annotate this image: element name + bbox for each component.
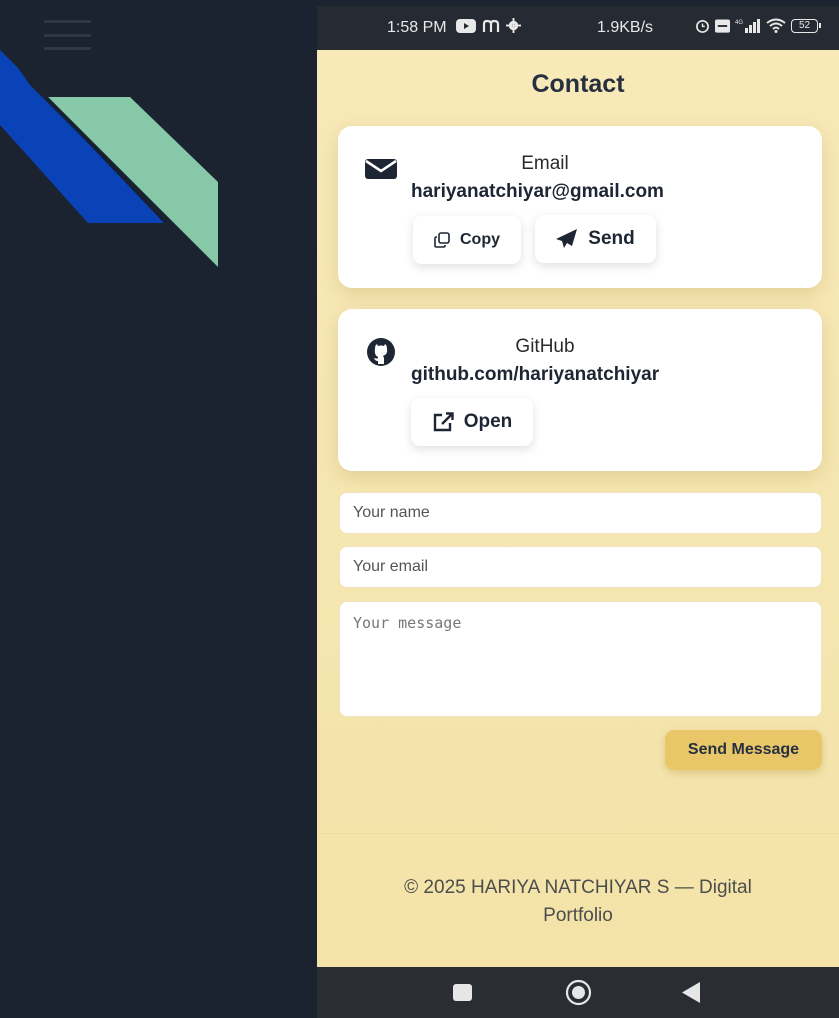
github-icon bbox=[367, 338, 395, 366]
battery-icon: 52 bbox=[791, 18, 821, 33]
phone-screen: 1:58 PM 1.9KB/s 4G 52 Contact Email hari… bbox=[317, 0, 839, 1018]
contact-section: Contact Email hariyanatchiyar@gmail.com … bbox=[317, 50, 839, 967]
send-message-button[interactable]: Send Message bbox=[665, 730, 822, 770]
email-card: Email hariyanatchiyar@gmail.com Copy Sen… bbox=[338, 126, 822, 288]
youtube-icon bbox=[456, 18, 476, 33]
github-label: GitHub bbox=[515, 336, 575, 357]
email-address: hariyanatchiyar@gmail.com bbox=[411, 181, 664, 202]
footer-divider bbox=[317, 833, 839, 834]
page-title: Contact bbox=[531, 70, 625, 98]
send-button[interactable]: Send bbox=[535, 215, 656, 263]
wifi-icon bbox=[766, 18, 786, 33]
home-icon[interactable] bbox=[565, 979, 592, 1006]
open-button[interactable]: Open bbox=[411, 398, 533, 446]
recent-apps-icon[interactable] bbox=[453, 984, 472, 1001]
m-icon bbox=[482, 19, 500, 32]
alarm-icon bbox=[696, 19, 709, 33]
send-button-label: Send bbox=[588, 228, 635, 249]
email-label: Email bbox=[521, 153, 569, 174]
github-url: github.com/hariyanatchiyar bbox=[411, 364, 660, 385]
message-textarea[interactable]: Your message bbox=[339, 601, 822, 717]
email-input[interactable]: Your email bbox=[339, 546, 822, 588]
paper-plane-icon bbox=[556, 229, 578, 248]
status-bar: 1:58 PM 1.9KB/s 4G 52 bbox=[317, 6, 839, 50]
decorative-stripes bbox=[0, 50, 218, 267]
4g-signal-icon: 4G bbox=[735, 19, 760, 33]
status-time: 1:58 PM bbox=[387, 19, 447, 36]
back-icon[interactable] bbox=[681, 982, 701, 1003]
network-rate: 1.9KB/s bbox=[597, 19, 654, 36]
envelope-icon bbox=[365, 159, 397, 179]
external-link-icon bbox=[433, 412, 454, 432]
footer-copyright: © 2025 HARIYA NATCHIYAR S — Digital Port… bbox=[404, 877, 752, 926]
svg-text:4G: 4G bbox=[735, 20, 743, 26]
name-input[interactable]: Your name bbox=[339, 492, 822, 534]
copy-icon bbox=[434, 232, 450, 248]
github-card: GitHub github.com/hariyanatchiyar Open bbox=[338, 309, 822, 471]
copy-button[interactable]: Copy bbox=[413, 216, 521, 264]
android-nav-bar bbox=[317, 967, 839, 1018]
settings-icon bbox=[506, 18, 521, 33]
volte-icon bbox=[715, 18, 730, 33]
open-button-label: Open bbox=[463, 411, 513, 432]
battery-level: 52 bbox=[791, 18, 818, 33]
hamburger-menu-icon[interactable] bbox=[44, 20, 91, 52]
copy-button-label: Copy bbox=[460, 231, 500, 248]
